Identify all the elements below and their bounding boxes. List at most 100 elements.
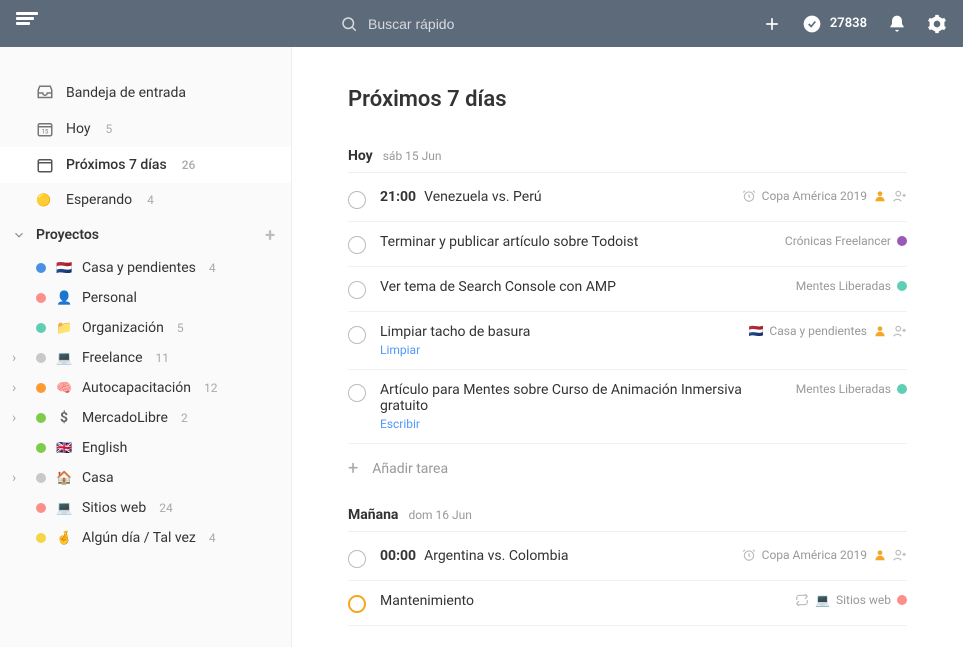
project-color-dot — [36, 293, 46, 303]
task-meta: 🇳🇱 Casa y pendientes — [748, 324, 907, 338]
project-name: Organización — [82, 320, 164, 336]
project-count: 24 — [159, 501, 173, 515]
search-icon — [340, 15, 358, 33]
task-project: Mentes Liberadas — [796, 279, 891, 293]
search-container[interactable] — [340, 15, 762, 33]
task-label[interactable]: Limpiar — [380, 343, 734, 357]
calendar-icon — [36, 156, 54, 174]
project-item[interactable]: 💻Freelance11 — [0, 343, 291, 373]
project-color-dot — [36, 263, 46, 273]
day-date: sáb 15 Jun — [383, 149, 442, 163]
chevron-down-icon — [12, 228, 26, 242]
app-logo[interactable] — [16, 12, 40, 36]
project-color-dot — [36, 503, 46, 513]
topbar: 27838 — [0, 0, 963, 47]
svg-text:15: 15 — [42, 129, 49, 136]
sidebar-today[interactable]: 15 Hoy 5 — [0, 111, 291, 147]
karma-score[interactable]: 27838 — [802, 14, 867, 34]
task-meta: Mentes Liberadas — [796, 382, 907, 396]
task-row[interactable]: Ver tema de Search Console con AMP Mente… — [348, 267, 907, 312]
sidebar-next7[interactable]: Próximos 7 días 26 — [0, 147, 291, 183]
project-item[interactable]: 🏠 Casa — [0, 463, 291, 493]
sidebar-inbox[interactable]: Bandeja de entrada — [0, 75, 291, 111]
alarm-icon — [742, 189, 756, 203]
recurring-icon — [795, 593, 809, 607]
project-item[interactable]: 👤Personal — [0, 283, 291, 313]
task-project: Mentes Liberadas — [796, 382, 891, 396]
notifications-button[interactable] — [887, 14, 907, 34]
task-meta: Copa América 2019 — [742, 189, 907, 203]
project-count: 4 — [209, 531, 216, 545]
projects-header[interactable]: Proyectos + — [0, 217, 291, 253]
task-row[interactable]: Terminar y publicar artículo sobre Todoi… — [348, 222, 907, 267]
project-dot — [897, 236, 907, 246]
add-task-button[interactable]: +Añadir tarea — [348, 444, 907, 507]
share-icon — [893, 324, 907, 338]
task-row[interactable]: 21:00Venezuela vs. Perú Copa América 201… — [348, 177, 907, 222]
project-item[interactable]: 🇬🇧English — [0, 433, 291, 463]
project-item[interactable]: $MercadoLibre2 — [0, 403, 291, 433]
task-checkbox[interactable] — [348, 550, 366, 568]
project-dot — [897, 595, 907, 605]
task-row[interactable]: Mantenimiento 💻Sitios web — [348, 581, 907, 626]
project-item[interactable]: 🇳🇱Casa y pendientes4 — [0, 253, 291, 283]
day-date: dom 16 Jun — [408, 508, 471, 522]
task-title: Mantenimiento — [380, 593, 781, 609]
plus-icon: + — [348, 458, 358, 479]
project-name: Freelance — [82, 350, 143, 366]
inbox-icon — [36, 84, 54, 102]
assignee-icon — [873, 189, 887, 203]
task-label[interactable]: Escribir — [380, 417, 782, 431]
task-checkbox[interactable] — [348, 191, 366, 209]
project-item[interactable]: 🧠Autocapacitación12 — [0, 373, 291, 403]
task-meta: Crónicas Freelancer — [785, 234, 907, 248]
share-icon — [893, 189, 907, 203]
add-project-button[interactable]: + — [265, 225, 275, 246]
task-checkbox[interactable] — [348, 281, 366, 299]
projects-label: Proyectos — [36, 227, 99, 243]
sidebar: Bandeja de entrada 15 Hoy 5 Próximos 7 d… — [0, 47, 292, 647]
project-item[interactable]: 💻Sitios web24 — [0, 493, 291, 523]
sidebar-waiting[interactable]: 🟡 Esperando 4 — [0, 183, 291, 217]
task-project: Casa y pendientes — [769, 324, 867, 338]
today-count: 5 — [106, 122, 113, 136]
task-checkbox[interactable] — [348, 384, 366, 402]
project-item[interactable]: 📁Organización5 — [0, 313, 291, 343]
share-icon — [893, 548, 907, 562]
task-project: Crónicas Freelancer — [785, 234, 891, 248]
project-color-dot — [36, 443, 46, 453]
karma-value: 27838 — [830, 16, 867, 31]
project-color-dot — [36, 533, 46, 543]
quick-add-button[interactable] — [762, 14, 782, 34]
project-emoji: 📁 — [56, 321, 72, 336]
project-item[interactable]: 🤞Algún día / Tal vez4 — [0, 523, 291, 553]
project-color-dot — [36, 473, 46, 483]
task-title: 21:00Venezuela vs. Perú — [380, 189, 728, 205]
day-header: Mañanadom 16 Jun — [348, 507, 907, 532]
task-meta: 💻Sitios web — [795, 593, 907, 607]
project-name: Casa — [82, 470, 114, 486]
task-row[interactable]: 00:00Argentina vs. Colombia Copa América… — [348, 536, 907, 581]
flag-icon: 🇳🇱 — [748, 324, 763, 338]
alarm-icon — [742, 548, 756, 562]
project-name: Sitios web — [82, 500, 146, 516]
waiting-label: Esperando — [66, 192, 132, 208]
project-emoji: 🤞 — [56, 531, 72, 546]
task-row[interactable]: Limpiar tacho de basuraLimpiar 🇳🇱Casa y … — [348, 312, 907, 370]
plus-icon — [762, 14, 782, 34]
project-name: Personal — [82, 290, 137, 306]
calendar-today-icon: 15 — [36, 120, 54, 138]
settings-button[interactable] — [927, 14, 947, 34]
project-count: 4 — [209, 261, 216, 275]
task-checkbox[interactable] — [348, 326, 366, 344]
task-meta: Copa América 2019 — [742, 548, 907, 562]
task-checkbox[interactable] — [348, 236, 366, 254]
task-checkbox[interactable] — [348, 595, 366, 613]
main-content: Próximos 7 días Hoysáb 15 Jun 21:00Venez… — [292, 47, 963, 647]
project-dot — [897, 384, 907, 394]
project-emoji: 🏠 — [56, 471, 72, 486]
task-project: Sitios web — [836, 593, 891, 607]
task-title: 00:00Argentina vs. Colombia — [380, 548, 728, 564]
task-row[interactable]: Artículo para Mentes sobre Curso de Anim… — [348, 370, 907, 444]
search-input[interactable] — [368, 16, 568, 32]
